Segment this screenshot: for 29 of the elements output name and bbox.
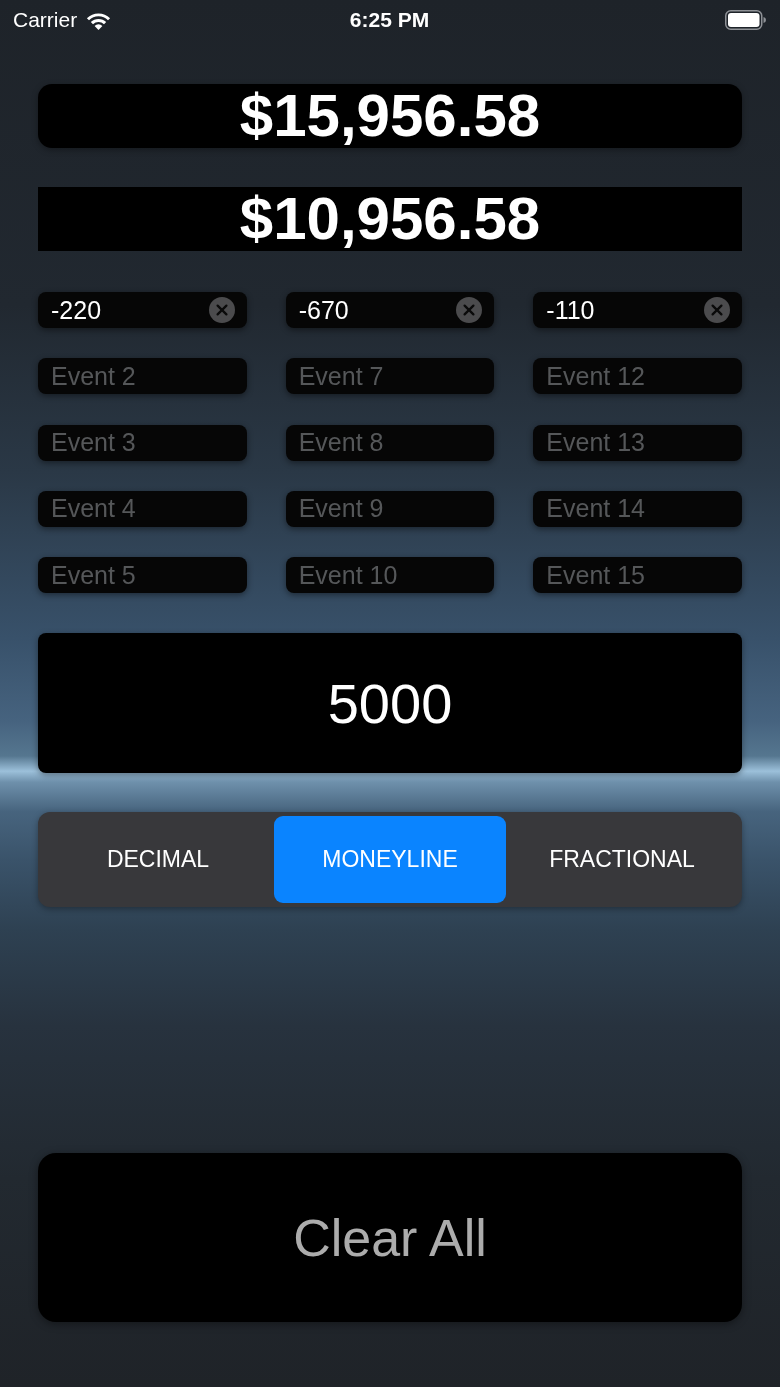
odds-field[interactable]: Event 14: [533, 490, 742, 527]
odds-field[interactable]: -220: [38, 292, 247, 328]
odds-field[interactable]: Event 15: [533, 557, 742, 594]
odds-field[interactable]: Event 13: [533, 424, 742, 461]
wifi-icon: [85, 10, 113, 30]
odds-field[interactable]: Event 10: [285, 557, 495, 594]
clear-icon[interactable]: [704, 297, 730, 323]
odds-field[interactable]: Event 4: [38, 490, 247, 527]
odds-field[interactable]: Event 8: [285, 424, 495, 461]
odds-field[interactable]: Event 5: [38, 557, 247, 594]
stake-field[interactable]: 5000: [38, 633, 742, 774]
odds-field[interactable]: Event 2: [38, 358, 247, 395]
carrier-label: Carrier: [13, 8, 78, 32]
odds-field[interactable]: Event 9: [285, 490, 495, 527]
odds-field[interactable]: -110: [533, 292, 742, 328]
time-label: 6:25 PM: [349, 8, 430, 32]
amount-display: $15,956.58: [38, 84, 742, 148]
odds-field[interactable]: Event 3: [38, 424, 247, 461]
odds-field[interactable]: Event 12: [533, 358, 742, 395]
segment-tab[interactable]: MONEYLINE: [274, 816, 506, 904]
segment-tab[interactable]: FRACTIONAL: [506, 816, 738, 904]
segment-tab[interactable]: DECIMAL: [42, 816, 274, 904]
clear-all-button[interactable]: Clear All: [38, 1153, 742, 1323]
battery-icon: [725, 10, 766, 30]
odds-field[interactable]: -670: [285, 292, 495, 328]
odds-field[interactable]: Event 7: [285, 358, 495, 395]
amount-display: $10,956.58: [38, 187, 742, 251]
clear-icon[interactable]: [208, 297, 235, 323]
clear-icon[interactable]: [456, 297, 483, 323]
